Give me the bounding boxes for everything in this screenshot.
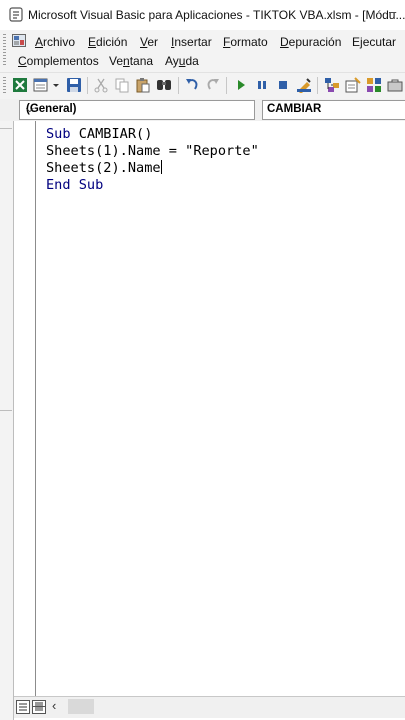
left-window-frame [0, 121, 14, 720]
toolbar-separator [226, 77, 227, 94]
minimize-button[interactable]: – [389, 4, 405, 24]
toolbar-separator [317, 77, 318, 94]
object-browser-icon[interactable] [366, 77, 382, 93]
procedure-combo[interactable]: CAMBIAR [262, 100, 405, 120]
menu-formato[interactable]: Formato [223, 35, 268, 49]
full-module-view-icon[interactable] [32, 700, 46, 714]
scroll-thumb[interactable] [68, 699, 94, 714]
menu-archivo[interactable]: Archivo [35, 35, 75, 49]
toolbar-separator [87, 77, 88, 94]
margin-indicator-bar[interactable] [14, 121, 36, 696]
menu-ventana[interactable]: Ventana [109, 54, 153, 68]
cut-icon[interactable] [93, 77, 109, 93]
procedure-combo-value: CAMBIAR [267, 103, 322, 115]
code-line[interactable]: End Sub [46, 177, 103, 194]
menu-edicion[interactable]: Edición [88, 35, 127, 49]
menu-bar: Archivo Edición Ver Insertar Formato Dep… [0, 30, 405, 72]
excel-object-icon[interactable] [12, 34, 26, 47]
redo-icon[interactable] [205, 77, 221, 93]
design-mode-icon[interactable] [296, 77, 312, 93]
menu-ver[interactable]: Ver [140, 35, 158, 49]
scroll-left-button[interactable]: ‹ [52, 698, 66, 716]
find-icon[interactable] [156, 77, 172, 93]
code-window-header: (General) ⌵ CAMBIAR [0, 99, 405, 121]
code-line[interactable]: Sheets(2).Name [46, 160, 162, 177]
menu-ayuda[interactable]: Ayuda [165, 54, 199, 68]
reset-icon[interactable] [275, 77, 291, 93]
copy-icon[interactable] [114, 77, 130, 93]
procedure-view-icon[interactable] [16, 700, 30, 714]
title-bar: Microsoft Visual Basic para Aplicaciones… [0, 0, 405, 30]
code-line[interactable]: Sub CAMBIAR() [46, 126, 152, 143]
standard-toolbar [0, 72, 405, 100]
toolbox-icon[interactable] [387, 77, 403, 93]
menu-depuracion[interactable]: Depuración [280, 35, 341, 49]
menu-grip[interactable] [3, 34, 6, 66]
text-caret [160, 160, 162, 174]
window-title: Microsoft Visual Basic para Aplicaciones… [28, 8, 405, 22]
horizontal-scrollbar[interactable]: ‹ [14, 696, 405, 718]
insert-module-icon[interactable] [33, 77, 49, 93]
properties-icon[interactable] [345, 77, 361, 93]
code-editor[interactable]: Sub CAMBIAR() Sheets(1).Name = "Reporte"… [36, 121, 405, 696]
menu-complementos[interactable]: Complementos [18, 54, 99, 68]
chevron-down-icon[interactable]: ⌵ [26, 104, 251, 115]
vba-app-icon[interactable] [9, 7, 23, 22]
chevron-down-icon[interactable] [52, 77, 60, 93]
code-line[interactable]: Sheets(1).Name = "Reporte" [46, 143, 259, 160]
frame-tick [0, 128, 12, 129]
undo-icon[interactable] [184, 77, 200, 93]
save-icon[interactable] [66, 77, 82, 93]
menu-ejecutar[interactable]: Ejecutar [352, 35, 396, 49]
project-explorer-icon[interactable] [324, 77, 340, 93]
run-icon[interactable] [233, 77, 249, 93]
break-icon[interactable] [254, 77, 270, 93]
frame-tick [0, 410, 12, 411]
excel-view-icon[interactable] [12, 77, 28, 93]
menu-insertar[interactable]: Insertar [171, 35, 212, 49]
toolbar-grip[interactable] [3, 77, 6, 95]
toolbar-separator [178, 77, 179, 94]
paste-icon[interactable] [135, 77, 151, 93]
object-combo[interactable]: (General) ⌵ [19, 100, 255, 120]
